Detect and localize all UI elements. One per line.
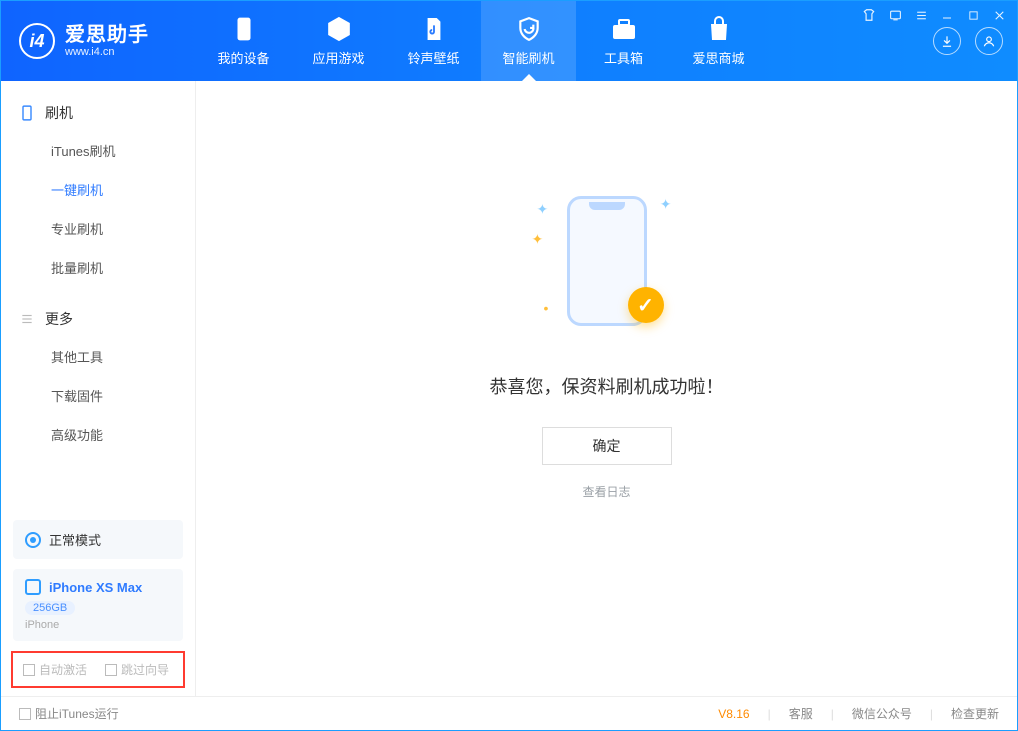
device-card[interactable]: iPhone XS Max 256GB iPhone bbox=[13, 569, 183, 641]
list-icon bbox=[19, 311, 35, 327]
checkbox-block-itunes[interactable]: 阻止iTunes运行 bbox=[19, 705, 119, 722]
checkbox-icon bbox=[105, 664, 117, 676]
version-label: V8.16 bbox=[718, 707, 749, 721]
sidebar-item-batch-flash[interactable]: 批量刷机 bbox=[1, 248, 195, 287]
tab-label: 应用游戏 bbox=[312, 48, 364, 67]
close-icon[interactable] bbox=[991, 7, 1007, 23]
tab-label: 工具箱 bbox=[604, 48, 643, 67]
tab-toolbox[interactable]: 工具箱 bbox=[576, 1, 671, 81]
cube-icon bbox=[326, 16, 352, 42]
sparkle-icon: ✦ bbox=[660, 196, 672, 213]
tab-label: 爱思商城 bbox=[692, 48, 744, 67]
tab-my-device[interactable]: 我的设备 bbox=[196, 1, 291, 81]
sidebar-item-itunes-flash[interactable]: iTunes刷机 bbox=[1, 131, 195, 170]
separator: | bbox=[930, 707, 933, 721]
maximize-icon[interactable] bbox=[965, 7, 981, 23]
shirt-icon[interactable] bbox=[861, 7, 877, 23]
success-illustration: ✦ ✦ ✦ • ✓ bbox=[532, 191, 682, 341]
sidebar-item-oneclick-flash[interactable]: 一键刷机 bbox=[1, 170, 195, 209]
brand: i4 爱思助手 www.i4.cn bbox=[1, 1, 196, 81]
sparkle-icon: • bbox=[544, 300, 549, 316]
tab-label: 我的设备 bbox=[217, 48, 269, 67]
link-customer-service[interactable]: 客服 bbox=[789, 705, 813, 722]
separator: | bbox=[831, 707, 834, 721]
menu-icon[interactable] bbox=[913, 7, 929, 23]
window-controls bbox=[861, 7, 1007, 23]
checkbox-label: 阻止iTunes运行 bbox=[35, 707, 119, 721]
download-manager-button[interactable] bbox=[933, 27, 961, 55]
sparkle-icon: ✦ bbox=[532, 231, 544, 248]
sidebar: 刷机 iTunes刷机 一键刷机 专业刷机 批量刷机 更多 其他工具 下载固件 … bbox=[1, 81, 196, 696]
device-capacity-badge: 256GB bbox=[25, 601, 75, 615]
nav-tabs: 我的设备 应用游戏 铃声壁纸 智能刷机 工具箱 爱思商城 bbox=[196, 1, 766, 81]
sidebar-item-other-tools[interactable]: 其他工具 bbox=[1, 337, 195, 376]
group-header-more: 更多 bbox=[1, 301, 195, 337]
sidebar-item-advanced[interactable]: 高级功能 bbox=[1, 415, 195, 454]
mode-card[interactable]: 正常模式 bbox=[13, 520, 183, 559]
shield-refresh-icon bbox=[516, 16, 542, 42]
minimize-icon[interactable] bbox=[939, 7, 955, 23]
sidebar-item-download-firmware[interactable]: 下载固件 bbox=[1, 376, 195, 415]
music-file-icon bbox=[421, 16, 447, 42]
toolbox-icon bbox=[611, 16, 637, 42]
sidebar-group-more: 更多 其他工具 下载固件 高级功能 bbox=[1, 287, 195, 454]
status-bar: 阻止iTunes运行 V8.16 | 客服 | 微信公众号 | 检查更新 bbox=[1, 696, 1017, 730]
checkmark-badge-icon: ✓ bbox=[628, 287, 664, 323]
success-message: 恭喜您，保资料刷机成功啦！ bbox=[490, 373, 724, 399]
options-highlight-box: 自动激活 跳过向导 bbox=[11, 651, 185, 688]
sidebar-group-flash: 刷机 iTunes刷机 一键刷机 专业刷机 批量刷机 bbox=[1, 81, 195, 287]
view-log-link[interactable]: 查看日志 bbox=[582, 483, 630, 500]
checkbox-auto-activate[interactable]: 自动激活 bbox=[23, 661, 87, 678]
separator: | bbox=[768, 707, 771, 721]
feedback-icon[interactable] bbox=[887, 7, 903, 23]
group-header-flash: 刷机 bbox=[1, 95, 195, 131]
checkbox-icon bbox=[23, 664, 35, 676]
link-wechat[interactable]: 微信公众号 bbox=[852, 705, 912, 722]
link-check-update[interactable]: 检查更新 bbox=[951, 705, 999, 722]
brand-title: 爱思助手 bbox=[65, 24, 149, 46]
device-icon bbox=[19, 105, 35, 121]
sidebar-item-pro-flash[interactable]: 专业刷机 bbox=[1, 209, 195, 248]
tab-label: 智能刷机 bbox=[502, 48, 554, 67]
ok-button[interactable]: 确定 bbox=[542, 427, 672, 465]
brand-logo-icon: i4 bbox=[19, 23, 55, 59]
mode-label: 正常模式 bbox=[49, 530, 101, 549]
tab-ringtone-wallpaper[interactable]: 铃声壁纸 bbox=[386, 1, 481, 81]
checkbox-label: 自动激活 bbox=[39, 663, 87, 677]
checkbox-label: 跳过向导 bbox=[121, 663, 169, 677]
phone-notch-icon bbox=[589, 202, 625, 210]
brand-subtitle: www.i4.cn bbox=[65, 46, 149, 58]
main-content: ✦ ✦ ✦ • ✓ 恭喜您，保资料刷机成功啦！ 确定 查看日志 bbox=[196, 81, 1017, 696]
checkbox-skip-guide[interactable]: 跳过向导 bbox=[105, 661, 169, 678]
tab-store[interactable]: 爱思商城 bbox=[671, 1, 766, 81]
phone-icon bbox=[231, 16, 257, 42]
tab-smart-flash[interactable]: 智能刷机 bbox=[481, 1, 576, 81]
tab-apps-games[interactable]: 应用游戏 bbox=[291, 1, 386, 81]
sparkle-icon: ✦ bbox=[537, 201, 549, 218]
app-header: i4 爱思助手 www.i4.cn 我的设备 应用游戏 铃声壁纸 智能刷机 bbox=[1, 1, 1017, 81]
device-type: iPhone bbox=[25, 619, 171, 631]
group-title: 刷机 bbox=[45, 103, 73, 123]
device-small-icon bbox=[25, 579, 41, 595]
checkbox-icon bbox=[19, 708, 31, 720]
bag-icon bbox=[706, 16, 732, 42]
mode-indicator-icon bbox=[25, 532, 41, 548]
device-name: iPhone XS Max bbox=[49, 580, 142, 595]
tab-label: 铃声壁纸 bbox=[407, 48, 459, 67]
account-button[interactable] bbox=[975, 27, 1003, 55]
group-title: 更多 bbox=[45, 309, 73, 329]
